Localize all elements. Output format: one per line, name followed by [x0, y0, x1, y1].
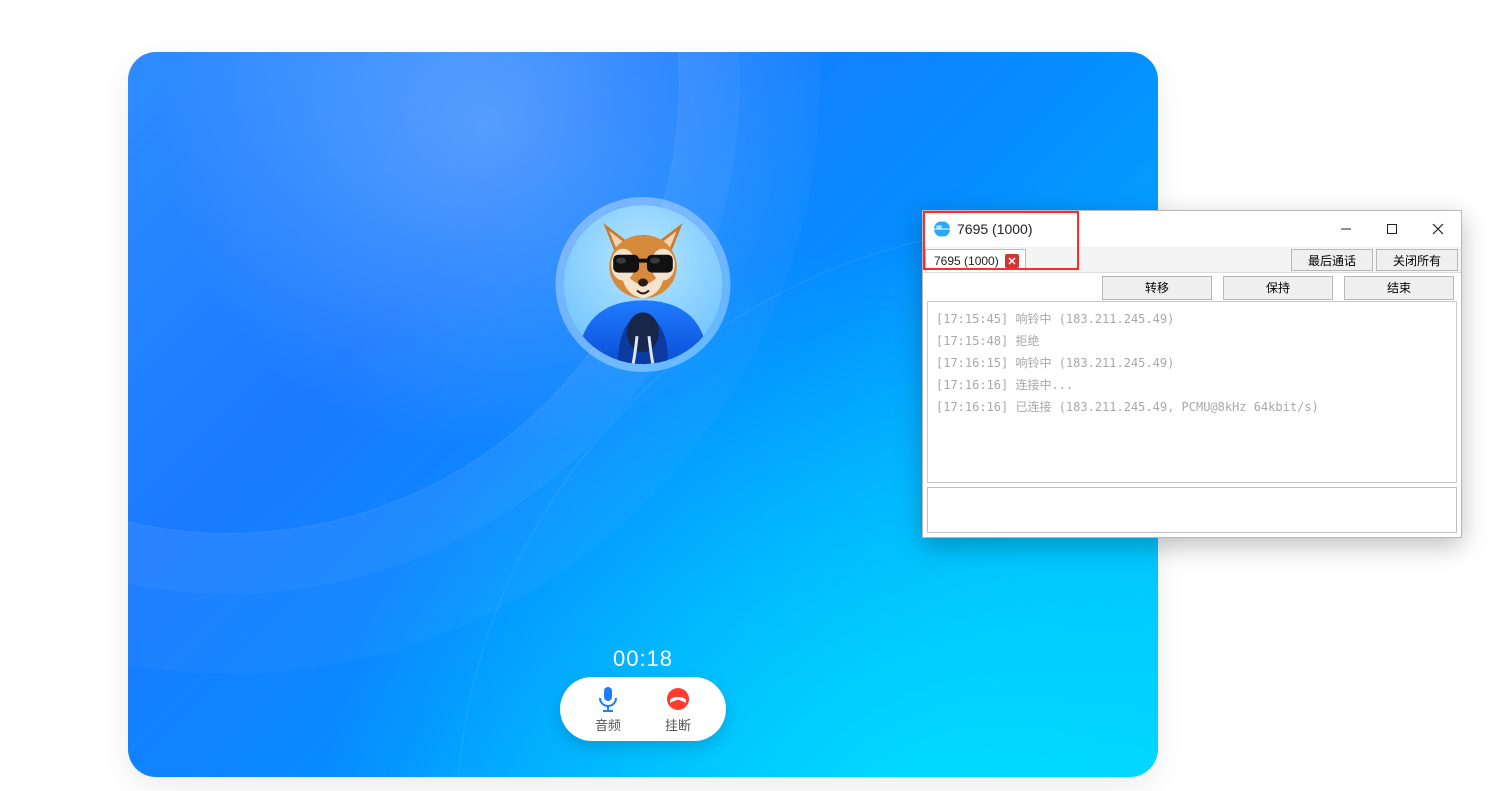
message-input[interactable] — [927, 487, 1457, 533]
action-row: 转移 保持 结束 — [923, 273, 1461, 301]
end-button[interactable]: 结束 — [1344, 276, 1454, 300]
message-input-wrapper — [927, 487, 1457, 533]
last-call-button[interactable]: 最后通话 — [1291, 249, 1373, 271]
hangup-button[interactable]: 挂断 — [648, 685, 708, 734]
avatar-ring — [556, 197, 731, 372]
call-timer: 00:18 — [613, 646, 673, 672]
hangup-icon — [663, 685, 693, 713]
tab-row: 7695 (1000) 最后通话 关闭所有 — [923, 247, 1461, 273]
tab-close-button[interactable] — [1005, 254, 1019, 268]
call-log-dialog: 7695 (1000) 7695 (1000) — [922, 210, 1462, 538]
session-tab-label: 7695 (1000) — [934, 254, 999, 268]
window-controls — [1323, 211, 1461, 247]
close-all-button[interactable]: 关闭所有 — [1376, 249, 1458, 271]
session-tab[interactable]: 7695 (1000) — [925, 249, 1026, 272]
microphone-icon — [597, 685, 619, 713]
audio-button[interactable]: 音频 — [578, 685, 638, 734]
hold-button[interactable]: 保持 — [1223, 276, 1333, 300]
dialog-titlebar[interactable]: 7695 (1000) — [923, 211, 1461, 247]
call-controls: 音频 挂断 — [560, 677, 726, 741]
hangup-label: 挂断 — [665, 715, 691, 734]
transfer-button[interactable]: 转移 — [1102, 276, 1212, 300]
audio-label: 音频 — [595, 715, 621, 734]
contact-avatar — [564, 205, 723, 364]
dialog-title: 7695 (1000) — [957, 221, 1033, 237]
window-maximize-button[interactable] — [1369, 211, 1415, 247]
app-globe-icon — [933, 220, 951, 238]
window-close-button[interactable] — [1415, 211, 1461, 247]
window-minimize-button[interactable] — [1323, 211, 1369, 247]
call-log-textarea[interactable]: [17:15:45] 响铃中 (183.211.245.49) [17:15:4… — [927, 301, 1457, 483]
